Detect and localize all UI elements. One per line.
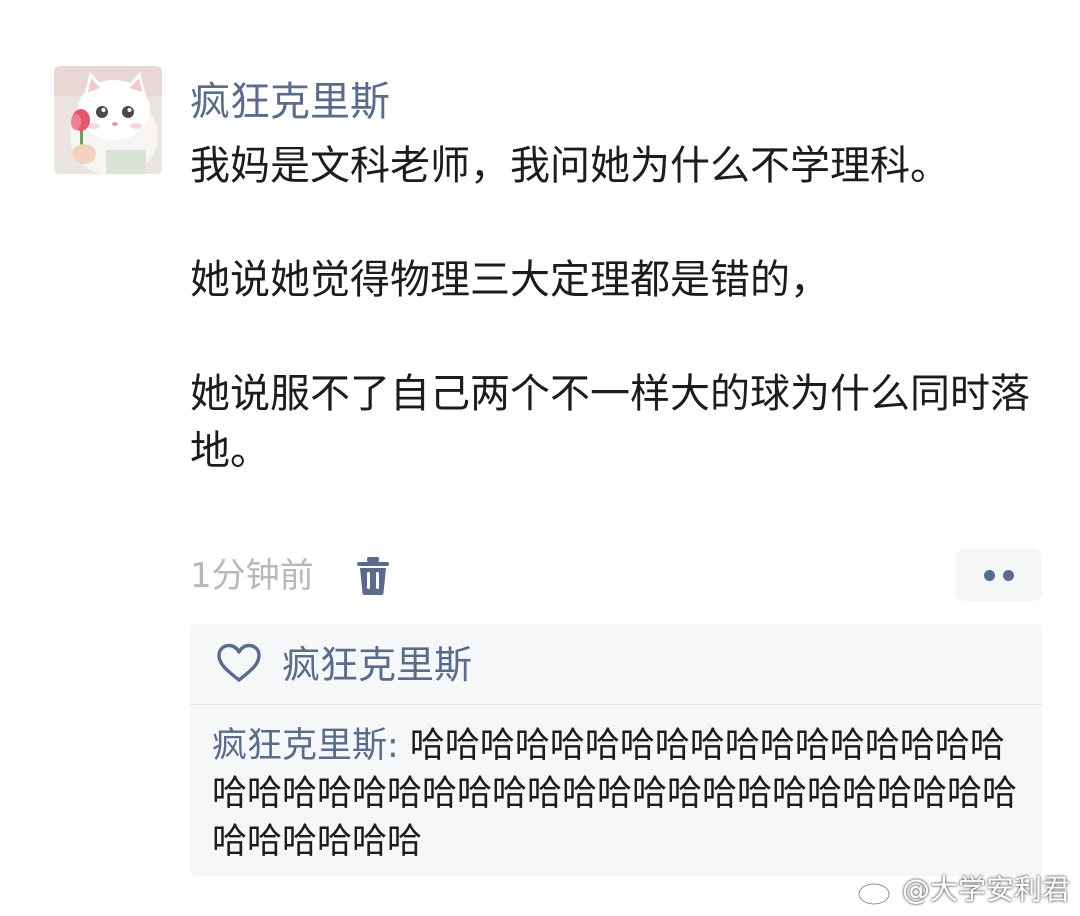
trash-icon[interactable]	[356, 557, 390, 595]
post-text: 我妈是文科老师，我问她为什么不学理科。 她说她觉得物理三大定理都是错的， 她说服…	[190, 143, 1030, 474]
comments-panel: 疯狂克里斯 疯狂克里斯: 哈哈哈哈哈哈哈哈哈哈哈哈哈哈哈哈哈哈哈哈哈哈哈哈哈哈哈…	[190, 624, 1042, 876]
more-button[interactable]	[956, 549, 1042, 601]
watermark-text: @大学安利君	[901, 873, 1070, 906]
avatar-cat-image	[54, 66, 162, 174]
comment-item: 疯狂克里斯: 哈哈哈哈哈哈哈哈哈哈哈哈哈哈哈哈哈哈哈哈哈哈哈哈哈哈哈哈哈哈哈哈哈…	[212, 722, 1032, 866]
more-icon	[1003, 570, 1014, 581]
post-author-name[interactable]: 疯狂克里斯	[190, 76, 390, 128]
comment-author[interactable]: 疯狂克里斯:	[212, 726, 399, 766]
watermark: @大学安利君	[856, 872, 1070, 908]
avatar[interactable]	[54, 66, 162, 174]
post-timestamp: 1分钟前	[190, 556, 314, 596]
likes-row: 疯狂克里斯	[190, 624, 1042, 705]
weibo-icon	[857, 877, 893, 906]
heart-icon[interactable]	[216, 643, 262, 683]
like-user-name[interactable]: 疯狂克里斯	[282, 640, 472, 690]
more-icon	[984, 570, 995, 581]
